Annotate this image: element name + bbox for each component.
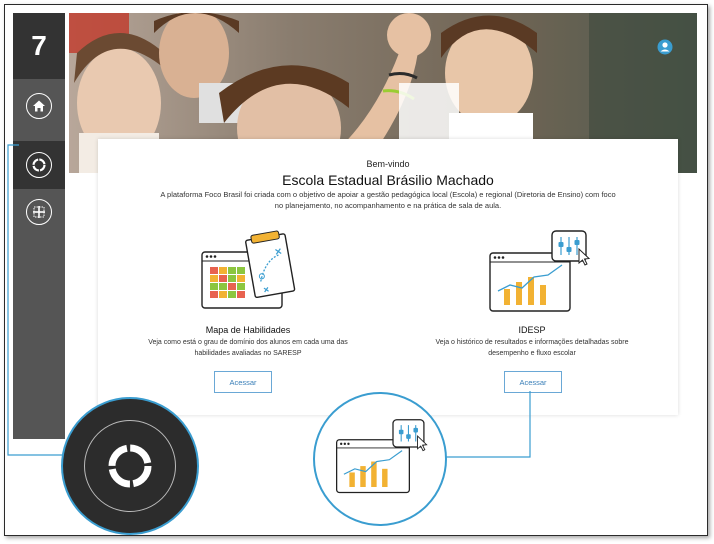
idesp-chart-illustration-zoom (336, 419, 428, 494)
screenshot-frame: 7 Bem-vindo Escola Estadual Brásilio Mac… (4, 4, 708, 536)
circle-progress-icon (108, 444, 152, 488)
callout-progress-zoom (61, 397, 199, 535)
callout-idesp-zoom (313, 392, 447, 526)
